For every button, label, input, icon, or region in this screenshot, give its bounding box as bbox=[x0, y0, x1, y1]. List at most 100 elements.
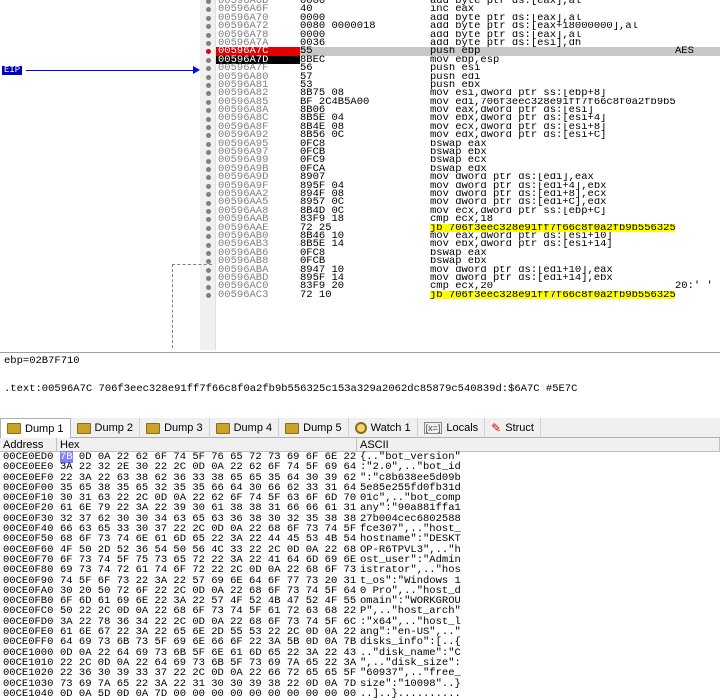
disasm-row[interactable]: 00596A72 0080 0000018 add byte ptr ds:[eax… bbox=[216, 21, 720, 32]
breakpoint-dot[interactable] bbox=[206, 125, 211, 130]
disasm-row[interactable]: 00596A7C 55 push ebp AES bbox=[216, 46, 720, 57]
disasm-row[interactable]: 00596A8F 8B4E 08 mov ecx,dword ptr ds:[esi… bbox=[216, 121, 720, 132]
tab-label: Dump 4 bbox=[233, 422, 273, 434]
disasm-comment bbox=[675, 123, 720, 131]
disasm-row[interactable]: 00596A80 57 push edi bbox=[216, 70, 720, 83]
breakpoint-dot[interactable] bbox=[206, 242, 211, 248]
ascii-column-header[interactable]: ASCII bbox=[357, 438, 720, 451]
breakpoint-dot[interactable] bbox=[206, 167, 211, 172]
disasm-row[interactable]: 00596A78 0000 add byte ptr ds:[eax],al bbox=[216, 29, 720, 40]
breakpoint-dot[interactable] bbox=[206, 293, 211, 298]
disasm-row[interactable]: 00596A97 0FCB bswap ebx bbox=[216, 147, 720, 158]
breakpoint-dot[interactable] bbox=[206, 83, 211, 88]
disasm-instruction: bswap eax bbox=[430, 139, 487, 149]
breakpoint-dot[interactable] bbox=[206, 200, 211, 206]
disasm-row[interactable]: 00596ABA 8947 10 mov dword ptr ds:[edi+10]… bbox=[216, 264, 720, 275]
disasm-row[interactable]: 00596A95 0FC8 bswap eax bbox=[216, 138, 720, 149]
breakpoint-dot[interactable] bbox=[206, 209, 211, 214]
breakpoint-dot[interactable] bbox=[206, 41, 211, 46]
breakpoint-dot[interactable] bbox=[206, 116, 211, 122]
tab-dump-1[interactable]: Dump 1 bbox=[0, 418, 71, 438]
disasm-instruction: inc eax bbox=[430, 5, 475, 14]
breakpoint-dot[interactable] bbox=[206, 141, 211, 147]
disasm-row[interactable]: 00596AA5 8957 0C mov dword ptr ds:[edi+C],… bbox=[216, 197, 720, 208]
address-column-header[interactable]: Address bbox=[0, 438, 57, 451]
struct-icon: ✎ bbox=[491, 421, 502, 435]
tab-dump-4[interactable]: Dump 4 bbox=[210, 418, 280, 438]
info-pane: ebp=02B7F710 .text:00596A7C 706f3eec328e… bbox=[0, 352, 720, 412]
disasm-row[interactable]: 00596AA2 894F 08 mov dword ptr ds:[edi+8],… bbox=[216, 188, 720, 199]
dump-row[interactable]: 00CE1020 22 36 30 39 33 37 22 2C 0D 0A 22… bbox=[0, 668, 720, 679]
breakpoint-dot[interactable] bbox=[206, 74, 211, 80]
disasm-row[interactable]: 00596AB6 0FC8 bswap eax bbox=[216, 247, 720, 258]
disasm-comment bbox=[675, 240, 720, 248]
disasm-row[interactable]: 00596AA8 8B4D 0C mov ecx,dword ptr ss:[ebp… bbox=[216, 205, 720, 216]
tab-struct[interactable]: ✎ Struct bbox=[485, 418, 541, 438]
disasm-row[interactable]: 00596AB8 0FCB bswap ebx bbox=[216, 256, 720, 267]
dump-header: Address Hex ASCII bbox=[0, 438, 720, 452]
disasm-comment bbox=[675, 98, 720, 106]
disasm-instruction: mov dword ptr ds:[edi+10],eax bbox=[430, 265, 613, 274]
breakpoint-dot[interactable] bbox=[206, 251, 211, 256]
tab-label: Locals bbox=[446, 422, 479, 434]
disasm-comment bbox=[675, 131, 720, 139]
disasm-instruction: mov eax,dword ptr ds:[esi+10] bbox=[430, 231, 613, 241]
disasm-row[interactable]: 00596A9B 0FCA bswap edx bbox=[216, 163, 720, 174]
disasm-instruction: mov dword ptr ds:[edi+C],edx bbox=[430, 198, 607, 207]
disasm-row[interactable]: 00596A7A 0036 add byte ptr ds:[esi],dh bbox=[216, 37, 720, 48]
breakpoint-dot[interactable] bbox=[206, 15, 211, 21]
disasm-row[interactable]: 00596A92 8B56 0C mov edx,dword ptr ds:[esi… bbox=[216, 130, 720, 141]
disasm-row[interactable]: 00596A85 BF 2C4B5A00 mov edi,706f3eec328e9… bbox=[216, 96, 720, 107]
disasm-row[interactable]: 00596AB0 8B46 10 mov eax,dword ptr ds:[esi… bbox=[216, 230, 720, 241]
info-address: .text:00596A7C 706f3eec328e91ff7f66c8f0a… bbox=[4, 383, 578, 395]
breakpoint-dot[interactable] bbox=[206, 284, 211, 290]
disasm-row[interactable]: 00596A6F 40 inc eax bbox=[216, 4, 720, 15]
disasm-row[interactable]: 00596A7D 8BEC mov ebp,esp bbox=[216, 54, 720, 65]
dump-pane[interactable]: Address Hex ASCII 00CE0ED0 7B 0D 0A 22 62… bbox=[0, 438, 720, 699]
disasm-row[interactable]: 00596A9F 895F 04 mov dword ptr ds:[edi+4],… bbox=[216, 180, 720, 191]
breakpoint-dot[interactable] bbox=[206, 158, 211, 164]
disasm-comment bbox=[675, 207, 720, 215]
disasm-comment bbox=[675, 156, 720, 164]
eip-arrow-head bbox=[193, 66, 200, 74]
breakpoint-dot[interactable] bbox=[206, 99, 211, 105]
disasm-row[interactable]: 00596AAE 72 25 jb 706f3eec328e91ff7f66c8f0… bbox=[216, 222, 720, 233]
disasm-row[interactable]: 00596AC3 72 10 jb 706f3eec328e91ff7f66c8f0… bbox=[216, 288, 720, 301]
disasm-instruction: mov edx,dword ptr ds:[esi+C] bbox=[430, 131, 607, 140]
disasm-row[interactable]: 00596A70 0000 add byte ptr ds:[eax],al bbox=[216, 12, 720, 23]
dump-row[interactable]: 00CE1040 0D 0A 5D 0D 0A 7D 00 00 00 00 00… bbox=[0, 688, 720, 699]
tab-locals[interactable]: [x=] Locals bbox=[418, 418, 486, 438]
tab-dump-5[interactable]: Dump 5 bbox=[279, 418, 349, 438]
tab-dump-2[interactable]: Dump 2 bbox=[71, 418, 141, 438]
disasm-comment bbox=[675, 291, 720, 299]
tab-dump-3[interactable]: Dump 3 bbox=[140, 418, 210, 438]
disasm-comment bbox=[675, 106, 720, 114]
disasm-row[interactable]: 00596A8C 8B5E 04 mov ebx,dword ptr ds:[esi… bbox=[216, 113, 720, 124]
disassembly-pane[interactable]: 00596A6D0000add byte ptr ds:[eax],al0059… bbox=[0, 0, 720, 350]
breakpoint-dot[interactable] bbox=[206, 267, 211, 273]
hex-column-header[interactable]: Hex bbox=[57, 438, 357, 451]
tab-watch-1[interactable]: Watch 1 bbox=[349, 418, 418, 438]
disasm-row[interactable]: 00596A7F 56 push esi bbox=[216, 62, 720, 75]
disasm-row[interactable]: 00596AAB 83F9 18 cmp ecx,18 bbox=[216, 214, 720, 225]
disasm-row[interactable]: 00596AC0 83F9 20 cmp ecx,20 20:' ' bbox=[216, 281, 720, 292]
disasm-row[interactable]: 00596A9D 8907 mov dword ptr ds:[edi],eax bbox=[216, 172, 720, 183]
disasm-bytes: 57 bbox=[300, 70, 313, 83]
disasm-comment bbox=[675, 182, 720, 190]
disasm-bytes: 56 bbox=[300, 62, 313, 75]
disasm-comment bbox=[675, 31, 720, 39]
disasm-row[interactable]: 00596A8A 8B06 mov eax,dword ptr ds:[esi] bbox=[216, 105, 720, 116]
disasm-row[interactable]: 00596ABD 895F 14 mov dword ptr ds:[edi+14]… bbox=[216, 272, 720, 283]
breakpoint-dot[interactable] bbox=[206, 183, 211, 189]
disasm-row[interactable]: 00596A82 8B75 08 mov esi,dword ptr ss:[ebp… bbox=[216, 88, 720, 99]
breakpoint-dot[interactable] bbox=[206, 225, 211, 231]
eip-label: EIP bbox=[2, 65, 23, 75]
disasm-row[interactable]: 00596AB3 8B5E 14 mov ebx,dword ptr ds:[esi… bbox=[216, 239, 720, 250]
disasm-row[interactable]: 00596A81 53 push ebx bbox=[216, 79, 720, 90]
disasm-instruction: mov ecx,dword ptr ds:[esi+8] bbox=[430, 122, 607, 132]
dump-tabbar: Dump 1 Dump 2 Dump 3 Dump 4 Dump 5 Watch 1 [x=… bbox=[0, 418, 720, 438]
disasm-row[interactable]: 00596A99 0FC9 bswap ecx bbox=[216, 155, 720, 166]
breakpoint-dot[interactable] bbox=[206, 57, 211, 63]
breakpoint-dot[interactable] bbox=[206, 32, 211, 38]
disasm-bytes: 72 10 bbox=[300, 288, 332, 301]
